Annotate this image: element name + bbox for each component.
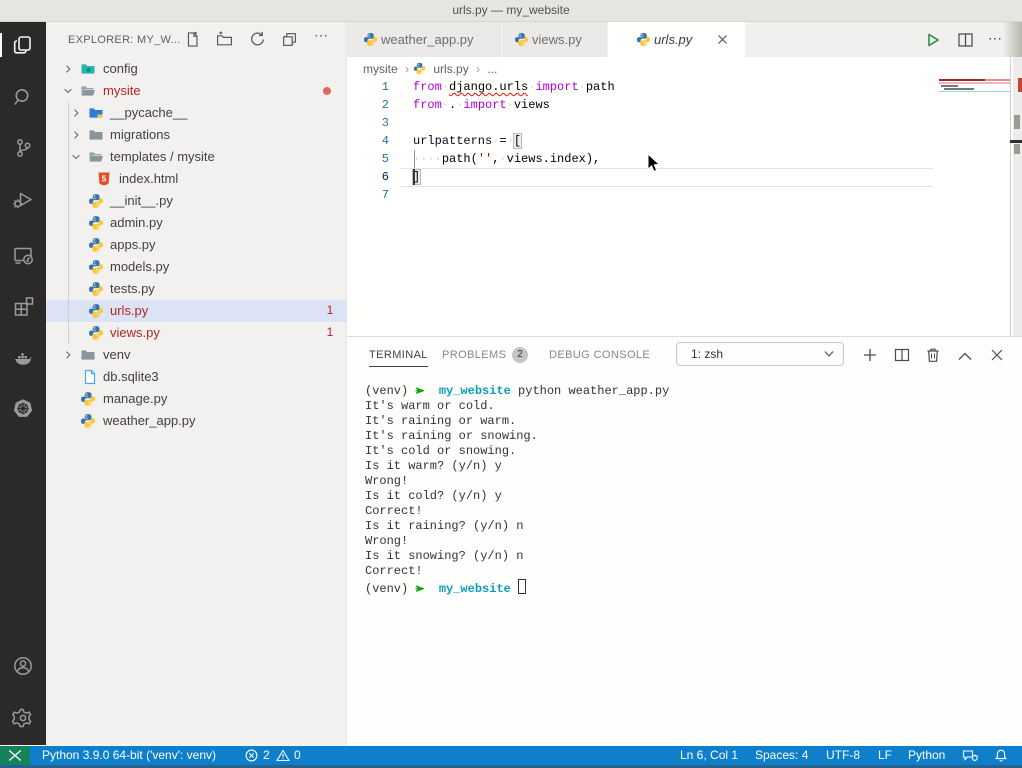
svg-text:5: 5 [102,174,107,184]
